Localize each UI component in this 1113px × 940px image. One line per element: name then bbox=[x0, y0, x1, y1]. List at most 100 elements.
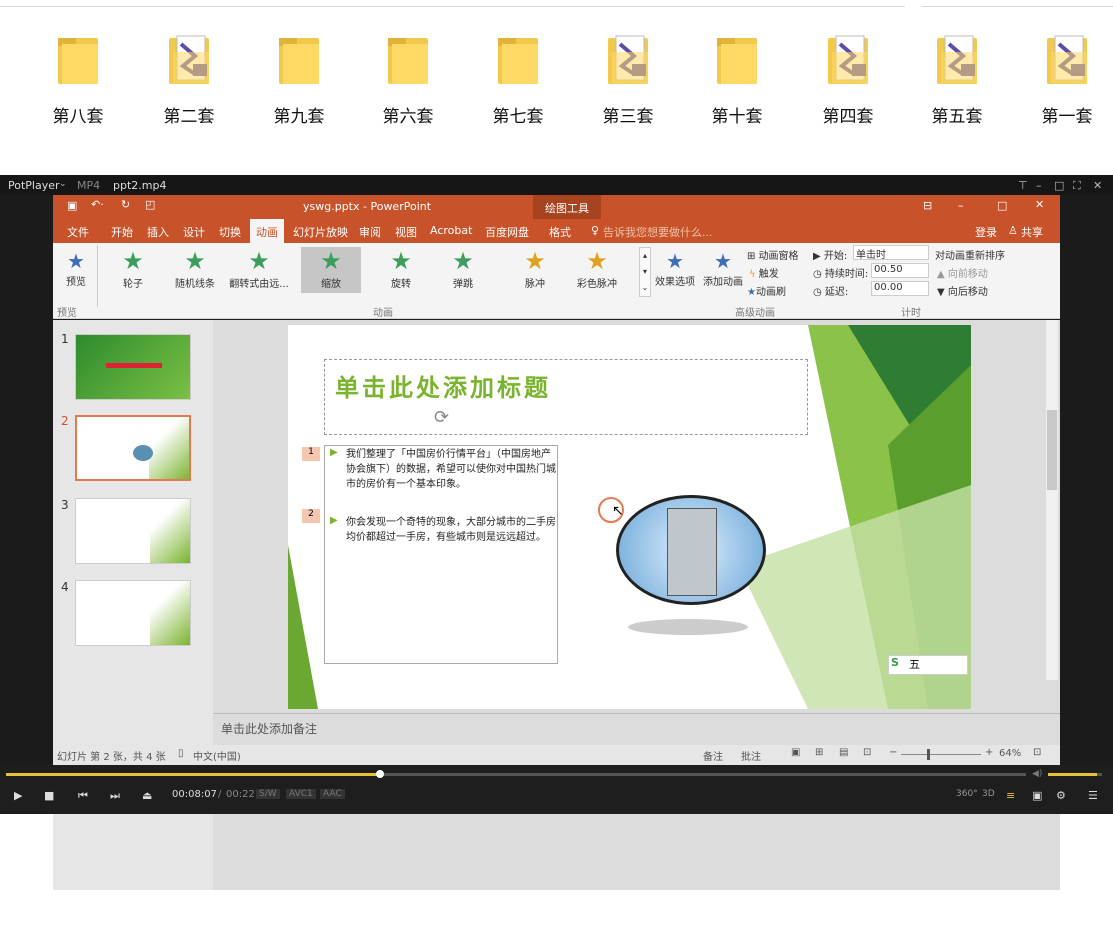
language[interactable]: 中文(中国) bbox=[193, 748, 241, 763]
notes-button[interactable]: 备注 bbox=[703, 748, 723, 763]
drawing-tools-tab[interactable]: 绘图工具 bbox=[533, 195, 601, 219]
sorter-view-icon[interactable]: ⊞ bbox=[815, 747, 823, 758]
move-earlier-button[interactable]: ▲ 向前移动 bbox=[937, 265, 988, 280]
chevron-down-icon[interactable]: ⌄ bbox=[59, 179, 67, 189]
menu-icon[interactable]: ☰ bbox=[1088, 789, 1098, 802]
reading-view-icon[interactable]: ▤ bbox=[839, 747, 848, 758]
folder-item[interactable]: 第六套 bbox=[368, 34, 448, 129]
tab-slideshow[interactable]: 幻灯片放映 bbox=[293, 224, 348, 240]
notes-placeholder[interactable]: 单击此处添加备注 bbox=[221, 720, 317, 737]
folder-item[interactable]: 第七套 bbox=[478, 34, 558, 129]
effect-4[interactable]: ★ 旋转 bbox=[371, 247, 431, 293]
badge-sw[interactable]: S/W bbox=[256, 789, 280, 799]
video-frame[interactable]: ▣ ↶· ↻ ◰ yswg.pptx - PowerPoint 绘图工具 ⊟ –… bbox=[53, 195, 1060, 940]
effect-options-button[interactable]: ★ 效果选项 bbox=[655, 249, 695, 288]
undo-icon[interactable]: ↶· bbox=[91, 198, 104, 211]
effect-0[interactable]: ★ 轮子 bbox=[103, 247, 163, 293]
duration-input[interactable]: 00.50 bbox=[871, 263, 929, 278]
folder-item[interactable]: 第十套 bbox=[697, 34, 777, 129]
folder-item[interactable]: 第一套 bbox=[1027, 34, 1107, 129]
folder-item[interactable]: 第五套 bbox=[917, 34, 997, 129]
folder-item[interactable]: 第四套 bbox=[808, 34, 888, 129]
360-button[interactable]: 360° bbox=[956, 789, 978, 799]
vertical-scrollbar[interactable] bbox=[1046, 320, 1058, 680]
ribbon-display-icon[interactable]: ⊟ bbox=[923, 199, 932, 212]
effect-3[interactable]: ★ 缩放 bbox=[301, 247, 361, 293]
effect-2[interactable]: ★ 翻转式由远... bbox=[229, 247, 289, 293]
badge-audio[interactable]: AAC bbox=[320, 789, 345, 799]
tab-home[interactable]: 开始 bbox=[111, 224, 133, 240]
close-icon[interactable]: ✕ bbox=[1093, 179, 1102, 192]
play-icon[interactable]: ▶ bbox=[14, 789, 22, 802]
trigger-button[interactable]: ϟ 触发 bbox=[749, 265, 779, 280]
zoom-level[interactable]: 64% bbox=[999, 748, 1021, 759]
fullscreen-icon[interactable]: ⛶ bbox=[1073, 179, 1081, 193]
slide-thumb-4[interactable] bbox=[75, 580, 191, 646]
eject-icon[interactable]: ⏏ bbox=[142, 789, 152, 802]
preview-button[interactable]: ★ 预览 bbox=[61, 249, 91, 288]
zoom-in-icon[interactable]: + bbox=[985, 747, 993, 758]
3d-button[interactable]: 3D bbox=[982, 789, 995, 799]
close-icon[interactable]: ✕ bbox=[1035, 198, 1044, 211]
anim-tag-2[interactable]: 2 bbox=[302, 509, 320, 523]
zoom-out-icon[interactable]: − bbox=[889, 747, 897, 758]
user-icon[interactable]: ♙ bbox=[1008, 224, 1018, 237]
anim-painter-button[interactable]: ★动画刷 bbox=[747, 283, 786, 298]
title-placeholder[interactable]: 单击此处添加标题 bbox=[324, 359, 808, 435]
folder-item[interactable]: 第二套 bbox=[149, 34, 229, 129]
slide-thumb-1[interactable] bbox=[75, 334, 191, 400]
minimize-icon[interactable]: – bbox=[958, 199, 964, 212]
seek-handle[interactable] bbox=[376, 770, 385, 778]
playlist-search-icon[interactable]: ≡ bbox=[1006, 789, 1015, 802]
tab-animations[interactable]: 动画 bbox=[250, 219, 284, 243]
capture-icon[interactable]: ▣ bbox=[1032, 789, 1042, 802]
next-icon[interactable]: ⏭ bbox=[110, 789, 120, 803]
gallery-scroll[interactable]: ▴ ▾ ⌄ bbox=[639, 247, 651, 297]
anim-tag-1[interactable]: 1 bbox=[302, 447, 320, 461]
delay-input[interactable]: 00.00 bbox=[871, 281, 929, 296]
scroll-thumb[interactable] bbox=[1047, 410, 1057, 490]
effect-7[interactable]: ★ 彩色脉冲 bbox=[567, 247, 627, 293]
zoom-slider[interactable] bbox=[901, 754, 981, 755]
tab-design[interactable]: 设计 bbox=[183, 224, 205, 240]
anim-pane-button[interactable]: ⊞ 动画窗格 bbox=[747, 247, 799, 262]
add-animation-button[interactable]: ★ 添加动画 bbox=[703, 249, 743, 288]
folder-item[interactable]: 第八套 bbox=[38, 34, 118, 129]
tab-insert[interactable]: 插入 bbox=[147, 224, 169, 240]
effect-5[interactable]: ★ 弹跳 bbox=[433, 247, 493, 293]
effect-6[interactable]: ★ 脉冲 bbox=[505, 247, 565, 293]
slide-thumb-3[interactable] bbox=[75, 498, 191, 564]
tab-file[interactable]: 文件 bbox=[67, 224, 89, 240]
tab-format[interactable]: 格式 bbox=[549, 224, 571, 240]
move-later-button[interactable]: ▼ 向后移动 bbox=[937, 283, 988, 298]
ime-toolbar[interactable]: S 五 bbox=[888, 655, 968, 675]
start-select[interactable]: 单击时 bbox=[853, 245, 929, 261]
slide-thumb-2[interactable] bbox=[75, 415, 191, 481]
settings-icon[interactable]: ⚙ bbox=[1056, 789, 1066, 802]
slide-canvas[interactable]: 单击此处添加标题 ⟳ 1 2 ▶ ▶ 我们整理了「中国房价行情平台」（中国房地产… bbox=[288, 325, 971, 709]
comments-button[interactable]: 批注 bbox=[741, 748, 761, 763]
normal-view-icon[interactable]: ▣ bbox=[791, 747, 800, 758]
present-icon[interactable]: ◰ bbox=[145, 198, 155, 211]
tell-me-input[interactable]: 告诉我您想要做什么... bbox=[603, 224, 713, 240]
minimize-icon[interactable]: – bbox=[1036, 179, 1042, 192]
share-button[interactable]: 共享 bbox=[1021, 224, 1043, 240]
tab-review[interactable]: 审阅 bbox=[359, 224, 381, 240]
fit-icon[interactable]: ⊡ bbox=[1033, 747, 1041, 758]
stop-icon[interactable]: ■ bbox=[44, 789, 54, 802]
maximize-icon[interactable]: □ bbox=[997, 199, 1007, 212]
badge-codec[interactable]: AVC1 bbox=[286, 789, 316, 799]
volume-icon[interactable]: ◀) bbox=[1032, 769, 1042, 779]
pin-icon[interactable]: ⊤ bbox=[1018, 179, 1028, 192]
folder-item[interactable]: 第九套 bbox=[259, 34, 339, 129]
effect-1[interactable]: ★ 随机线条 bbox=[165, 247, 225, 293]
tab-transitions[interactable]: 切换 bbox=[219, 224, 241, 240]
slideshow-view-icon[interactable]: ⊡ bbox=[863, 747, 871, 758]
tab-baidu[interactable]: 百度网盘 bbox=[485, 224, 529, 240]
zoom-thumb[interactable] bbox=[926, 749, 930, 760]
rotate-handle-icon[interactable]: ⟳ bbox=[434, 407, 449, 428]
login-link[interactable]: 登录 bbox=[975, 224, 997, 240]
redo-icon[interactable]: ↻ bbox=[121, 198, 130, 211]
folder-item[interactable]: 第三套 bbox=[588, 34, 668, 129]
tab-acrobat[interactable]: Acrobat bbox=[430, 224, 472, 237]
